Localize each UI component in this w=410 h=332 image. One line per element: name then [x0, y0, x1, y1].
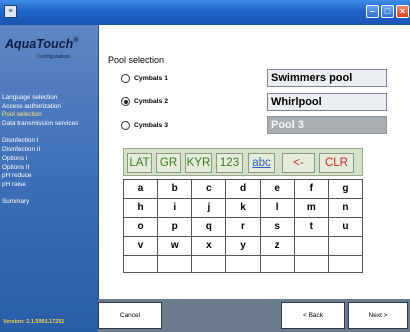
sidebar-item-ph-raise[interactable]: pH raise [2, 181, 96, 190]
pool-name-field-2[interactable]: Whirlpool [267, 93, 387, 111]
key-x[interactable]: x [192, 237, 227, 256]
sidebar-item-data-transmission[interactable]: Data transmission services [2, 120, 96, 129]
key-c[interactable]: c [192, 180, 227, 199]
key-a[interactable]: a [124, 180, 159, 199]
key-empty[interactable] [158, 256, 193, 273]
key-l[interactable]: l [260, 199, 295, 218]
keyboard-row: v w x y z [124, 237, 363, 256]
radio-button[interactable] [121, 121, 130, 130]
app-logo: AquaTouch® [5, 37, 79, 51]
sidebar-item-language-selection[interactable]: Language selection [2, 94, 96, 103]
key-s[interactable]: s [260, 218, 295, 237]
key-n[interactable]: n [328, 199, 363, 218]
key-empty[interactable] [226, 256, 261, 273]
title-bar: ≡ – □ × [0, 0, 410, 25]
key-r[interactable]: r [226, 218, 261, 237]
close-icon[interactable]: × [396, 5, 409, 18]
maximize-icon[interactable]: □ [381, 5, 394, 18]
key-q[interactable]: q [192, 218, 227, 237]
key-u[interactable]: u [328, 218, 363, 237]
radio-button[interactable] [121, 74, 130, 83]
key-m[interactable]: m [294, 199, 329, 218]
key-empty[interactable] [328, 256, 363, 273]
pool-name-field-3: Pool 3 [267, 116, 387, 134]
key-k[interactable]: k [226, 199, 261, 218]
key-empty[interactable] [294, 256, 329, 273]
key-v[interactable]: v [124, 237, 159, 256]
key-z[interactable]: z [260, 237, 295, 256]
key-i[interactable]: i [158, 199, 193, 218]
main-panel: Pool selection Cymbals 1 Cymbals 2 Cymba… [98, 25, 410, 299]
key-t[interactable]: t [294, 218, 329, 237]
key-b[interactable]: b [158, 180, 193, 199]
key-h[interactable]: h [124, 199, 159, 218]
key-cyrillic[interactable]: KYR [185, 153, 212, 173]
key-w[interactable]: w [158, 237, 193, 256]
keyboard-mode-bar: LAT GR KYR 123 abc <- CLR [123, 148, 363, 176]
minimize-icon[interactable]: – [366, 5, 379, 18]
key-latin[interactable]: LAT [127, 153, 152, 173]
key-numeric[interactable]: 123 [216, 153, 243, 173]
key-empty[interactable] [124, 256, 159, 273]
key-d[interactable]: d [226, 180, 261, 199]
sidebar-item-disinfection-1[interactable]: Disinfection I [2, 137, 96, 146]
keyboard-row: h i j k l m n [124, 199, 363, 218]
page-title: Pool selection [108, 55, 165, 65]
key-backspace[interactable]: <- [282, 153, 315, 173]
key-clear[interactable]: CLR [319, 153, 354, 173]
key-empty[interactable] [192, 256, 227, 273]
keyboard-row: o p q r s t u [124, 218, 363, 237]
sidebar-item-options-1[interactable]: Options I [2, 155, 96, 164]
sidebar-item-pool-selection[interactable]: Pool selection [2, 111, 96, 120]
key-empty[interactable] [294, 237, 329, 256]
footer-bar: Cancel < Back Next > [98, 299, 410, 332]
sidebar-item-ph-reduce[interactable]: pH reduce [2, 172, 96, 181]
sidebar-nav: Language selection Access authorization … [2, 94, 96, 207]
back-button[interactable]: < Back [281, 302, 345, 329]
key-g[interactable]: g [328, 180, 363, 199]
sidebar-item-options-2[interactable]: Options II [2, 164, 96, 173]
app-window-icon[interactable]: ≡ [4, 5, 17, 18]
key-p[interactable]: p [158, 218, 193, 237]
key-empty[interactable] [260, 256, 295, 273]
sidebar-item-access-authorization[interactable]: Access authorization [2, 103, 96, 112]
pool-name-field-1[interactable]: Swimmers pool [267, 69, 387, 87]
app-logo-subtitle: Configuration [37, 54, 70, 60]
cancel-button[interactable]: Cancel [98, 302, 162, 329]
keyboard-row: a b c d e f g [124, 180, 363, 199]
key-f[interactable]: f [294, 180, 329, 199]
version-label: Version: 2.1.5991.17251 [3, 319, 65, 325]
key-lowercase[interactable]: abc [248, 153, 275, 173]
sidebar: AquaTouch® Configuration Language select… [0, 25, 98, 332]
key-j[interactable]: j [192, 199, 227, 218]
key-o[interactable]: o [124, 218, 159, 237]
sidebar-item-disinfection-2[interactable]: Disinfection II [2, 146, 96, 155]
key-e[interactable]: e [260, 180, 295, 199]
sidebar-item-summary[interactable]: Summary [2, 198, 96, 207]
next-button[interactable]: Next > [348, 302, 408, 329]
key-greek[interactable]: GR [156, 153, 181, 173]
keyboard-row [124, 256, 363, 273]
keyboard-grid: a b c d e f g h i j k l m n o p q r s t … [123, 179, 363, 273]
key-empty[interactable] [328, 237, 363, 256]
key-y[interactable]: y [226, 237, 261, 256]
radio-button-checked[interactable] [121, 97, 130, 106]
